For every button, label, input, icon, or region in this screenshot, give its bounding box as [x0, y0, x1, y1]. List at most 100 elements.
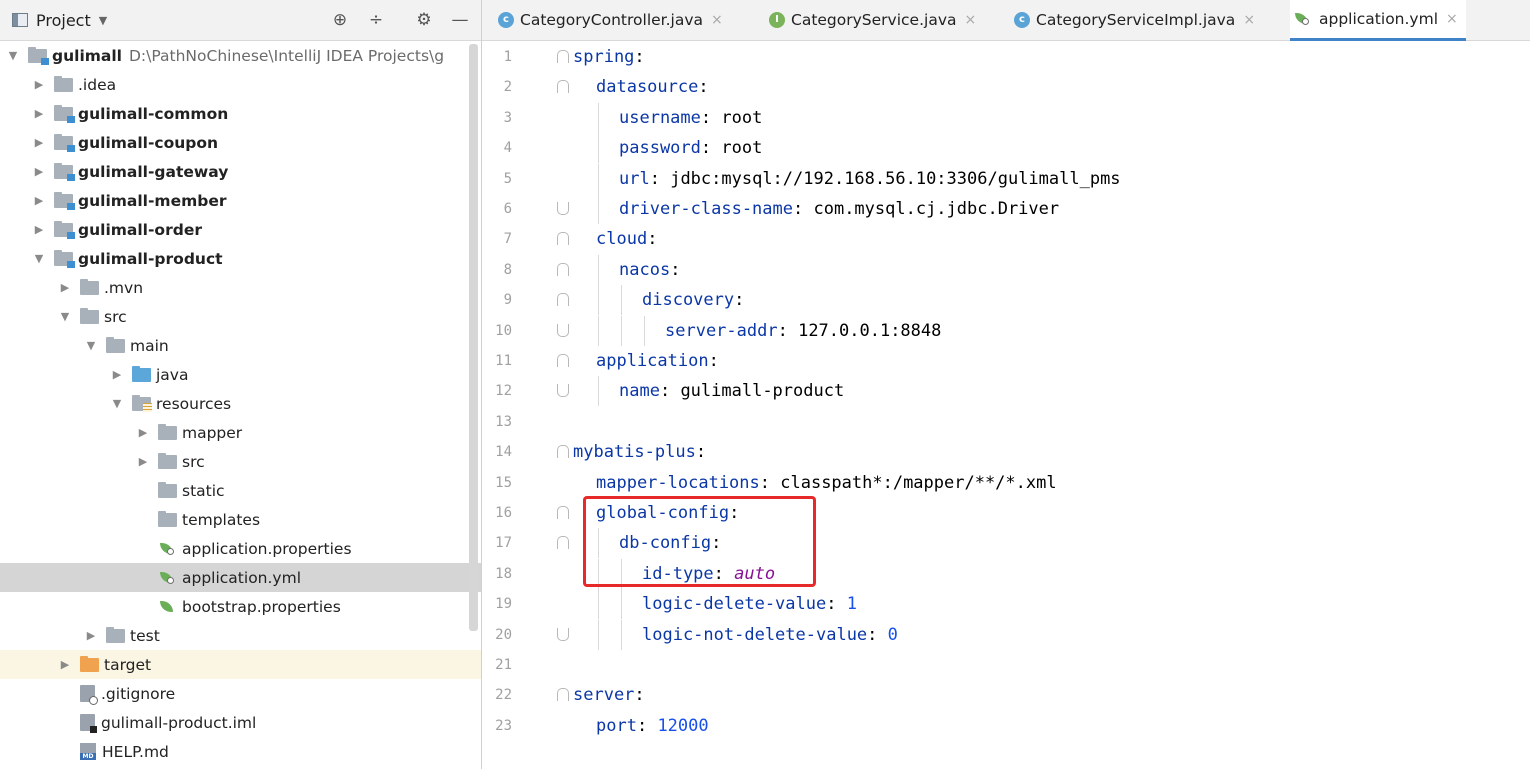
tree-node[interactable]: ▶application.properties [0, 534, 481, 563]
close-icon[interactable]: × [711, 12, 723, 28]
folder-icon [158, 452, 177, 469]
fold-start-icon[interactable] [557, 50, 569, 63]
fold-start-icon[interactable] [557, 80, 569, 94]
collapsed-arrow-icon[interactable]: ▶ [59, 281, 71, 294]
tree-node[interactable]: ▶ target [0, 650, 481, 679]
collapsed-arrow-icon[interactable]: ▶ [33, 136, 45, 149]
gear-icon[interactable]: ⚙ [412, 8, 436, 32]
project-view-selector[interactable]: Project ▼ [12, 10, 107, 30]
editor-tab[interactable]: I CategoryService.java × [765, 0, 984, 40]
fold-start-icon[interactable] [557, 232, 569, 246]
code-line[interactable]: 20 logic-not-delete-value: 0 [482, 619, 1530, 650]
fold-start-icon[interactable] [557, 688, 569, 702]
tree-scrollbar[interactable] [469, 44, 478, 631]
tree-node[interactable]: ▼ src [0, 302, 481, 331]
tree-node[interactable]: ▶ src [0, 447, 481, 476]
tree-node[interactable]: ▶bootstrap.properties [0, 592, 481, 621]
tree-node-label: gulimall-product [78, 249, 223, 268]
tree-node[interactable]: ▼ gulimall-product [0, 244, 481, 273]
editor-tab[interactable]: c CategoryServiceImpl.java × [1010, 0, 1263, 40]
fold-start-icon[interactable] [557, 293, 569, 307]
code-line[interactable]: 3 username: root [482, 102, 1530, 133]
yaml-separator: : [867, 624, 888, 645]
code-line[interactable]: 13 [482, 407, 1530, 437]
yaml-key: name [619, 381, 660, 402]
code-line[interactable]: 9 discovery: [482, 285, 1530, 316]
tree-node[interactable]: ▶ gulimall-common [0, 99, 481, 128]
tree-node[interactable]: ▶ gulimall-member [0, 186, 481, 215]
code-line[interactable]: 23 port: 12000 [482, 711, 1530, 741]
fold-end-icon[interactable] [557, 323, 569, 337]
code-line[interactable]: 4 password: root [482, 133, 1530, 164]
code-line[interactable]: 11 application: [482, 346, 1530, 376]
code-line[interactable]: 19 logic-delete-value: 1 [482, 589, 1530, 620]
tree-node[interactable]: ▶static [0, 476, 481, 505]
locate-file-icon[interactable]: ⊕ [328, 8, 352, 32]
collapse-all-icon[interactable]: ÷ [364, 8, 388, 32]
code-line[interactable]: 22 server: [482, 680, 1530, 710]
fold-end-icon[interactable] [557, 627, 569, 641]
tree-node[interactable]: ▶.gitignore [0, 679, 481, 708]
code-line[interactable]: 10 server-addr: 127.0.0.1:8848 [482, 315, 1530, 346]
code-line[interactable]: 2 datasource: [482, 72, 1530, 102]
collapsed-arrow-icon[interactable]: ▶ [33, 107, 45, 120]
code-text: server-addr: 127.0.0.1:8848 [665, 316, 941, 346]
code-line[interactable]: 5 url: jdbc:mysql://192.168.56.10:3306/gu… [482, 163, 1530, 194]
tree-node[interactable]: ▶ mapper [0, 418, 481, 447]
expanded-arrow-icon[interactable]: ▼ [7, 49, 19, 62]
close-icon[interactable]: × [1243, 12, 1255, 28]
collapsed-arrow-icon[interactable]: ▶ [137, 455, 149, 468]
line-number: 3 [503, 109, 512, 126]
close-icon[interactable]: × [965, 12, 977, 28]
collapsed-arrow-icon[interactable]: ▶ [111, 368, 123, 381]
fold-start-icon[interactable] [557, 354, 569, 367]
tree-node[interactable]: ▶ gulimall-coupon [0, 128, 481, 157]
tree-node[interactable]: ▼ resources [0, 389, 481, 418]
expanded-arrow-icon[interactable]: ▼ [33, 252, 45, 265]
fold-end-icon[interactable] [557, 384, 569, 398]
tree-node[interactable]: ▼ gulimall D:\PathNoChinese\IntelliJ IDEA … [0, 41, 476, 70]
code-line[interactable]: 1 spring: [482, 42, 1530, 72]
tree-node[interactable]: ▶ .idea [0, 70, 481, 99]
tree-node[interactable]: ▼ main [0, 331, 481, 360]
code-line[interactable]: 14 mybatis-plus: [482, 437, 1530, 467]
collapsed-arrow-icon[interactable]: ▶ [33, 223, 45, 236]
tree-node[interactable]: ▶ .mvn [0, 273, 481, 302]
fold-start-icon[interactable] [557, 536, 569, 550]
folder-icon [158, 510, 177, 527]
fold-start-icon[interactable] [557, 445, 569, 459]
tree-node[interactable]: ▶HELP.md [0, 737, 481, 766]
collapsed-arrow-icon[interactable]: ▶ [33, 165, 45, 178]
code-editor[interactable]: 1 spring: 2 datasource: 3 username: root 4 pass… [482, 41, 1530, 769]
code-line[interactable]: 8 nacos: [482, 254, 1530, 285]
tree-node[interactable]: ▶gulimall-product.iml [0, 708, 481, 737]
fold-start-icon[interactable] [557, 506, 569, 519]
expanded-arrow-icon[interactable]: ▼ [111, 397, 123, 410]
tree-node[interactable]: ▶ test [0, 621, 481, 650]
code-line[interactable]: 7 cloud: [482, 224, 1530, 254]
editor-tab[interactable]: application.yml × [1290, 0, 1466, 41]
code-line[interactable]: 6 driver-class-name: com.mysql.cj.jdbc.Dr… [482, 194, 1530, 224]
indent-guide [598, 285, 599, 316]
hide-panel-icon[interactable]: — [448, 8, 472, 32]
tree-node[interactable]: ▶ gulimall-order [0, 215, 481, 244]
code-line[interactable]: 15 mapper-locations: classpath*:/mapper/*… [482, 468, 1530, 498]
collapsed-arrow-icon[interactable]: ▶ [33, 78, 45, 91]
collapsed-arrow-icon[interactable]: ▶ [59, 658, 71, 671]
close-icon[interactable]: × [1446, 11, 1458, 27]
expanded-arrow-icon[interactable]: ▼ [59, 310, 71, 323]
collapsed-arrow-icon[interactable]: ▶ [137, 426, 149, 439]
fold-end-icon[interactable] [557, 202, 569, 215]
code-line[interactable]: 21 [482, 650, 1530, 680]
expanded-arrow-icon[interactable]: ▼ [85, 339, 97, 352]
editor-tab[interactable]: c CategoryController.java × [494, 0, 731, 40]
tree-node-label: .gitignore [101, 684, 176, 703]
code-line[interactable]: 12 name: gulimall-product [482, 376, 1530, 407]
collapsed-arrow-icon[interactable]: ▶ [33, 194, 45, 207]
fold-start-icon[interactable] [557, 262, 569, 276]
tree-node[interactable]: ▶templates [0, 505, 481, 534]
tree-node[interactable]: ▶application.yml [0, 563, 481, 592]
collapsed-arrow-icon[interactable]: ▶ [85, 629, 97, 642]
tree-node[interactable]: ▶ java [0, 360, 481, 389]
tree-node[interactable]: ▶ gulimall-gateway [0, 157, 481, 186]
